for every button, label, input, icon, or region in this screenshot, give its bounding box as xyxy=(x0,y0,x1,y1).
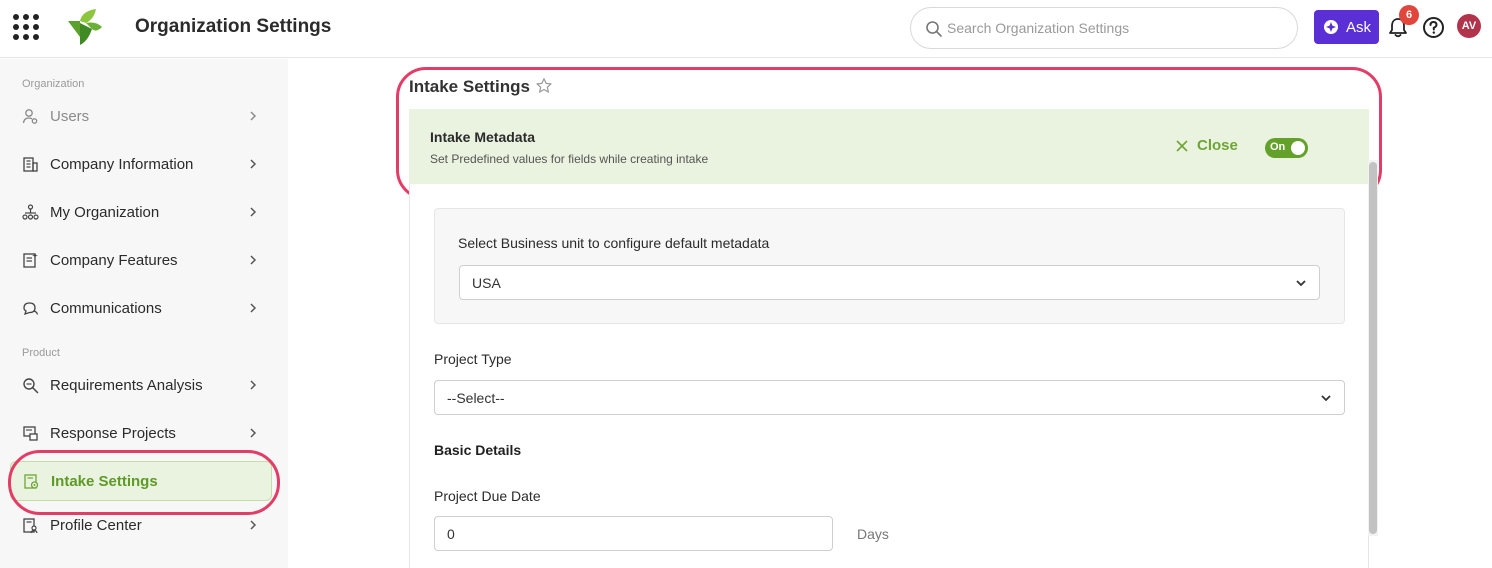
sidebar-item-label: Profile Center xyxy=(50,516,142,534)
sidebar-highlight-annotation xyxy=(8,450,280,515)
ask-sparkle-icon xyxy=(1323,20,1338,34)
sidebar-item-company-features[interactable]: Company Features xyxy=(10,240,272,280)
apps-grid-icon[interactable] xyxy=(13,14,39,40)
projects-icon xyxy=(23,425,38,441)
app-title: Organization Settings xyxy=(135,16,332,37)
business-unit-value: USA xyxy=(472,274,501,291)
chevron-right-icon xyxy=(250,111,257,121)
sidebar-section-product: Product xyxy=(22,347,60,359)
search-icon xyxy=(926,21,942,37)
top-header: Organization Settings Ask 6 AV xyxy=(0,0,1492,58)
sidebar-item-response-projects[interactable]: Response Projects xyxy=(10,413,272,453)
chevron-down-icon xyxy=(1321,395,1331,402)
sidebar-item-label: Response Projects xyxy=(50,424,176,442)
company-logo xyxy=(68,9,102,45)
sidebar-section-organization: Organization xyxy=(22,78,85,90)
building-icon xyxy=(23,156,38,172)
scrollbar-thumb[interactable] xyxy=(1369,162,1377,534)
notification-badge: 6 xyxy=(1399,5,1419,25)
sidebar-item-label: Requirements Analysis xyxy=(50,376,203,394)
sidebar-item-label: Company Features xyxy=(50,251,178,269)
sidebar-item-users[interactable]: Users xyxy=(10,96,272,136)
magnify-icon xyxy=(23,377,39,393)
org-chart-icon xyxy=(22,203,39,220)
banner-highlight-annotation xyxy=(396,67,1382,200)
project-due-date-label: Project Due Date xyxy=(434,488,541,504)
project-type-label: Project Type xyxy=(434,351,512,367)
sidebar-item-communications[interactable]: Communications xyxy=(10,288,272,328)
avatar[interactable]: AV xyxy=(1457,14,1481,38)
chat-icon xyxy=(23,301,39,315)
chevron-down-icon xyxy=(1296,280,1306,287)
chevron-right-icon xyxy=(250,255,257,265)
project-type-value: --Select-- xyxy=(447,389,505,406)
chevron-right-icon xyxy=(250,380,257,390)
sidebar-item-label: Users xyxy=(50,107,90,125)
chevron-right-icon xyxy=(250,520,257,530)
ask-button[interactable]: Ask xyxy=(1314,10,1379,44)
ask-button-label: Ask xyxy=(1345,18,1371,36)
business-unit-select[interactable]: USA xyxy=(459,265,1320,300)
help-icon[interactable] xyxy=(1422,16,1445,39)
search-input[interactable] xyxy=(947,16,1277,40)
users-icon xyxy=(22,108,38,124)
basic-details-heading: Basic Details xyxy=(434,442,522,458)
chevron-right-icon xyxy=(250,303,257,313)
sidebar-item-label: Company Information xyxy=(50,155,194,173)
business-unit-label: Select Business unit to configure defaul… xyxy=(458,235,770,251)
features-icon xyxy=(23,252,38,268)
chevron-right-icon xyxy=(250,207,257,217)
profile-icon xyxy=(23,517,38,533)
project-type-select[interactable]: --Select-- xyxy=(434,380,1345,415)
sidebar-item-company-information[interactable]: Company Information xyxy=(10,144,272,184)
search-box[interactable] xyxy=(910,7,1298,49)
chevron-right-icon xyxy=(250,159,257,169)
sidebar-item-my-organization[interactable]: My Organization xyxy=(10,192,272,232)
project-due-date-input[interactable] xyxy=(434,516,833,551)
sidebar-item-label: My Organization xyxy=(50,203,160,221)
sidebar-item-requirements-analysis[interactable]: Requirements Analysis xyxy=(10,365,272,405)
days-unit-label: Days xyxy=(857,526,889,542)
sidebar-item-label: Communications xyxy=(50,299,162,317)
chevron-right-icon xyxy=(250,428,257,438)
